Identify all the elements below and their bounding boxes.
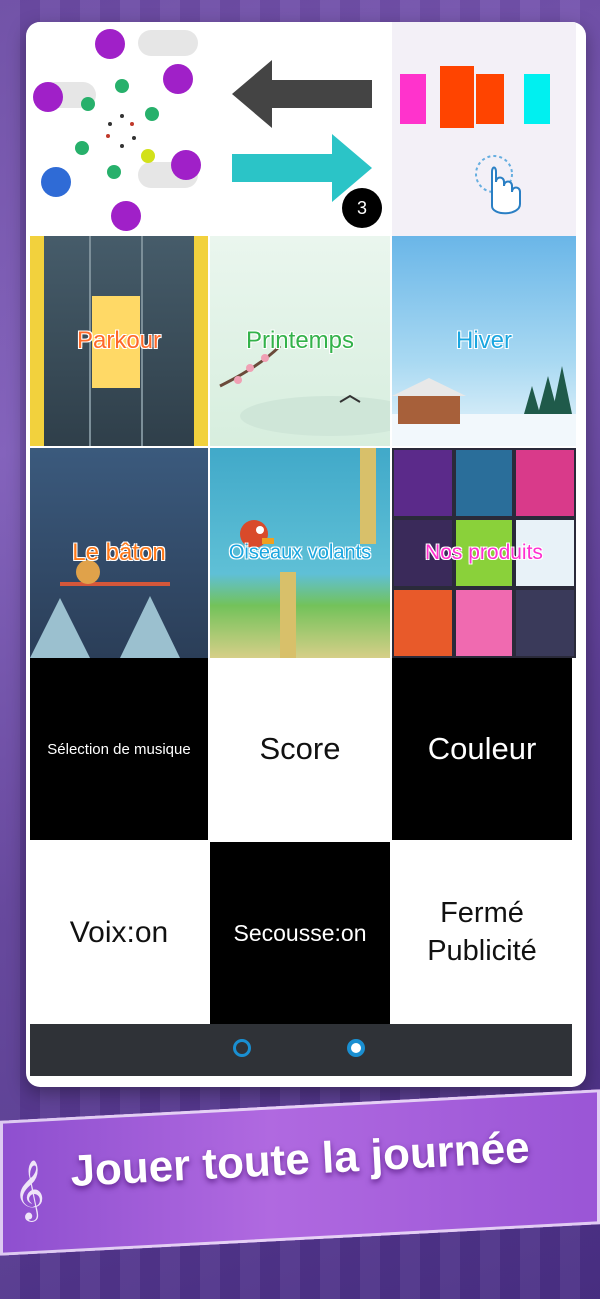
close-ads-label-line2: Publicité <box>427 935 537 967</box>
tile-label-le-baton: Le bâton <box>72 539 166 566</box>
games-row-2: Le bâton Oiseaux volants Nos produits <box>30 448 576 658</box>
voice-toggle[interactable]: Voix:on <box>30 842 208 1024</box>
tile-oiseaux-volants[interactable]: Oiseaux volants <box>210 448 390 658</box>
shake-toggle[interactable]: Secousse:on <box>210 842 390 1024</box>
tap-game-preview[interactable] <box>392 22 576 236</box>
tile-label-hiver: Hiver <box>455 327 512 354</box>
score-button[interactable]: Score <box>210 658 390 840</box>
phone-screen: 3 Parkour Printemps Hiver Le bâton Oisea… <box>26 22 586 1087</box>
arrows-game-preview[interactable]: 3 <box>212 22 390 236</box>
tile-parkour[interactable]: Parkour <box>30 236 208 446</box>
page-indicator <box>30 1024 572 1076</box>
tile-label-printemps: Printemps <box>245 327 355 354</box>
dots-game-preview[interactable] <box>30 22 210 236</box>
tile-hiver[interactable]: Hiver <box>392 236 576 446</box>
top-preview-row: 3 <box>30 22 576 236</box>
page-dot-2-active[interactable] <box>347 1039 365 1057</box>
dots-illustration <box>33 29 201 231</box>
close-ads-label-line1: Fermé <box>440 897 524 930</box>
tile-printemps[interactable]: Printemps <box>210 236 390 446</box>
color-button[interactable]: Couleur <box>392 658 572 840</box>
tap-illustration <box>400 66 550 215</box>
tile-label-nos-produits: Nos produits <box>425 541 543 564</box>
level-badge: 3 <box>342 188 382 228</box>
games-row-1: Parkour Printemps Hiver <box>30 236 576 446</box>
tile-label-parkour: Parkour <box>76 327 162 354</box>
tile-le-baton[interactable]: Le bâton <box>30 448 208 658</box>
tile-label-oiseaux-volants: Oiseaux volants <box>228 541 372 564</box>
music-selection-button[interactable]: Sélection de musique <box>30 658 208 840</box>
page-dot-1[interactable] <box>233 1039 251 1057</box>
tile-nos-produits[interactable]: Nos produits <box>392 448 576 658</box>
close-ads-button[interactable]: Fermé Publicité <box>392 842 572 1024</box>
